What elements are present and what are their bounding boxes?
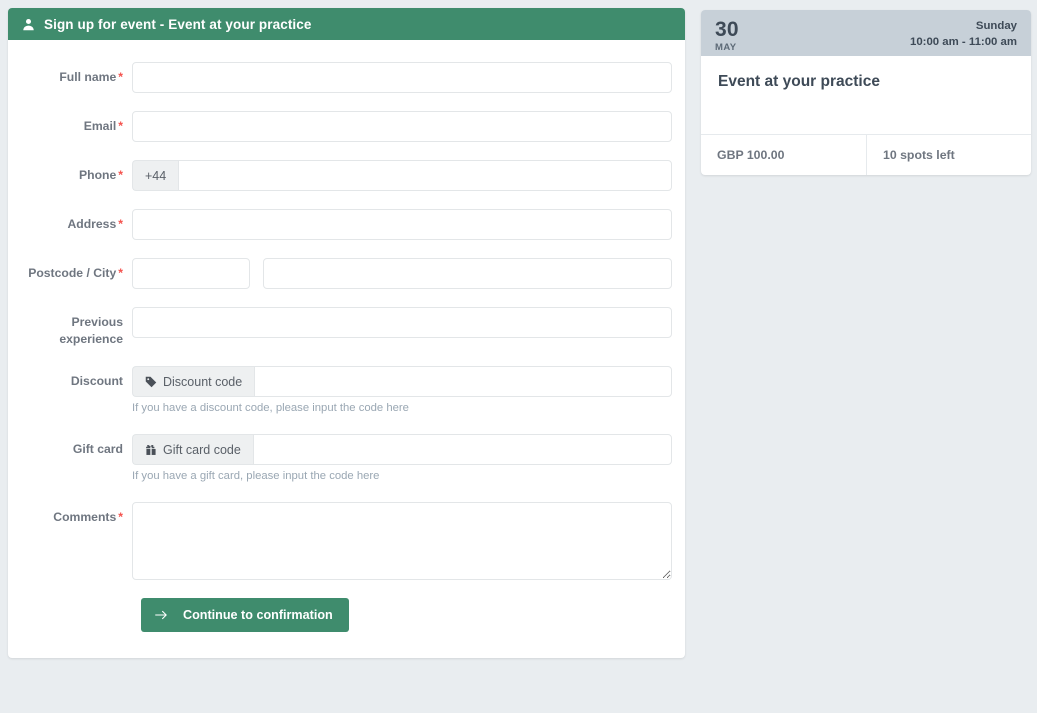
label-comments-text: Comments — [53, 510, 117, 524]
field-row-postcode-city: Postcode / City * — [21, 258, 672, 289]
phone-input[interactable] — [178, 160, 672, 191]
required-marker: * — [118, 168, 123, 182]
field-col-discount: Discount code If you have a discount cod… — [132, 366, 672, 430]
label-discount-text: Discount — [70, 374, 123, 388]
discount-help-text: If you have a discount code, please inpu… — [132, 402, 409, 414]
comments-textarea[interactable] — [132, 502, 672, 580]
event-spots-left: 10 spots left — [883, 148, 955, 162]
field-row-address: Address * — [21, 209, 672, 240]
required-marker: * — [118, 217, 123, 231]
gift-card-code-input[interactable] — [252, 434, 672, 465]
label-phone: Phone * — [21, 160, 132, 184]
label-phone-text: Phone — [79, 168, 117, 182]
arrow-right-icon — [155, 609, 168, 621]
gift-card-code-addon: Gift card code — [132, 434, 253, 465]
event-price: GBP 100.00 — [701, 135, 867, 175]
event-when: Sunday 10:00 am - 11:00 am — [910, 19, 1017, 50]
event-date: 30 MAY — [715, 19, 739, 53]
form-title: Sign up for event - Event at your practi… — [44, 16, 312, 32]
city-input[interactable] — [263, 258, 672, 289]
submit-spacer — [21, 598, 141, 632]
label-gift-card: Gift card — [21, 434, 132, 458]
gift-card-help-text: If you have a gift card, please input th… — [132, 470, 380, 482]
discount-input-group: Discount code — [132, 366, 672, 397]
label-email: Email * — [21, 111, 132, 135]
field-col-postcode-city — [132, 258, 672, 289]
event-card-footer: GBP 100.00 10 spots left — [701, 134, 1031, 175]
email-input[interactable] — [132, 111, 672, 142]
phone-input-group: +44 — [132, 160, 672, 191]
label-address: Address * — [21, 209, 132, 233]
field-col-phone: +44 — [132, 160, 672, 191]
required-marker: * — [118, 266, 123, 280]
field-col-full-name — [132, 62, 672, 93]
label-previous-experience-text: Previous experience — [59, 315, 123, 346]
submit-row: Continue to confirmation — [21, 598, 672, 632]
event-weekday: Sunday — [975, 20, 1017, 32]
continue-button-label: Continue to confirmation — [183, 608, 333, 622]
address-input[interactable] — [132, 209, 672, 240]
label-discount: Discount — [21, 366, 132, 390]
field-row-phone: Phone * +44 — [21, 160, 672, 191]
page-root: Sign up for event - Event at your practi… — [0, 0, 1037, 713]
postcode-input[interactable] — [132, 258, 250, 289]
discount-code-addon-label: Discount code — [163, 374, 243, 389]
label-postcode-city-text: Postcode / City — [28, 266, 117, 280]
label-address-text: Address — [67, 217, 117, 231]
event-card-header: 30 MAY Sunday 10:00 am - 11:00 am — [701, 10, 1031, 56]
event-card-body: Event at your practice — [701, 56, 1031, 134]
gift-icon — [145, 444, 157, 456]
required-marker: * — [118, 510, 123, 524]
field-col-previous-experience — [132, 307, 672, 338]
form-header: Sign up for event - Event at your practi… — [8, 8, 685, 40]
postcode-city-split — [132, 258, 672, 289]
field-row-email: Email * — [21, 111, 672, 142]
signup-form-card: Sign up for event - Event at your practi… — [8, 8, 685, 658]
full-name-input[interactable] — [132, 62, 672, 93]
field-col-gift-card: Gift card code If you have a gift card, … — [132, 434, 672, 498]
label-gift-card-text: Gift card — [72, 442, 123, 456]
discount-code-input[interactable] — [254, 366, 672, 397]
field-col-comments — [132, 502, 672, 580]
event-summary-card: 30 MAY Sunday 10:00 am - 11:00 am Event … — [701, 10, 1031, 175]
discount-code-addon: Discount code — [132, 366, 255, 397]
field-col-address — [132, 209, 672, 240]
tag-icon — [145, 376, 157, 388]
gift-card-code-addon-label: Gift card code — [163, 442, 241, 457]
required-marker: * — [118, 70, 123, 84]
user-icon — [22, 18, 35, 31]
label-full-name: Full name * — [21, 62, 132, 86]
continue-to-confirmation-button[interactable]: Continue to confirmation — [141, 598, 349, 632]
label-comments: Comments * — [21, 502, 132, 526]
label-postcode-city: Postcode / City * — [21, 258, 132, 282]
field-col-email — [132, 111, 672, 142]
event-day: 30 — [715, 18, 739, 41]
event-time-range: 10:00 am - 11:00 am — [909, 36, 1017, 49]
field-row-previous-experience: Previous experience — [21, 307, 672, 348]
field-row-comments: Comments * — [21, 502, 672, 580]
event-month: MAY — [715, 42, 737, 53]
phone-country-prefix: +44 — [132, 160, 179, 191]
form-body: Full name * Email * Phone * +44 Address … — [8, 40, 685, 658]
field-row-full-name: Full name * — [21, 62, 672, 93]
required-marker: * — [118, 119, 123, 133]
label-previous-experience: Previous experience — [21, 307, 132, 348]
event-title: Event at your practice — [718, 73, 880, 90]
gift-card-input-group: Gift card code — [132, 434, 672, 465]
field-row-gift-card: Gift card Gift card code If you have a g… — [21, 434, 672, 498]
label-full-name-text: Full name — [59, 70, 117, 84]
label-email-text: Email — [83, 119, 117, 133]
field-row-discount: Discount Discount code If you have a dis… — [21, 366, 672, 430]
previous-experience-input[interactable] — [132, 307, 672, 338]
